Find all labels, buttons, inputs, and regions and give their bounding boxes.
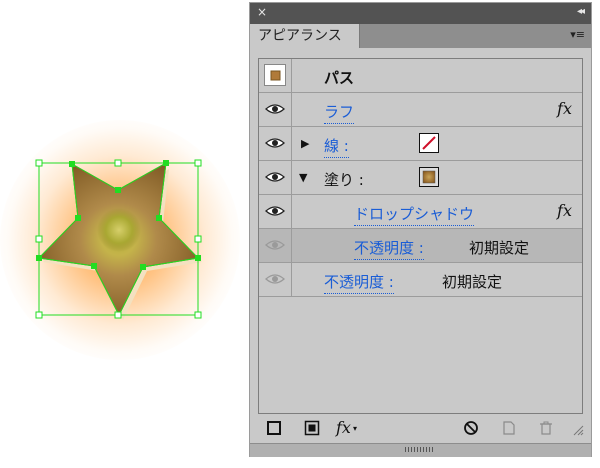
collapse-triangle-icon[interactable]: ▼ — [299, 171, 307, 184]
anchor-point[interactable] — [156, 215, 162, 221]
handle-bottom-right[interactable] — [194, 311, 202, 319]
visibility-toggle[interactable] — [259, 161, 292, 194]
fill-opacity-value: 初期設定 — [469, 239, 530, 257]
anchor-point[interactable] — [75, 215, 81, 221]
visibility-toggle[interactable] — [259, 229, 292, 262]
appearance-list: パス ラフ fx ▶ 線 : ▼ 塗り: ドロップシャドウ fx 不透明度:… — [258, 58, 583, 414]
panel-resize-strip[interactable] — [250, 443, 591, 457]
anchor-point[interactable] — [163, 160, 169, 166]
fx-icon: fx — [557, 201, 572, 220]
eye-icon[interactable] — [265, 273, 285, 285]
eye-icon[interactable] — [265, 103, 285, 115]
eye-icon[interactable] — [265, 239, 285, 251]
expand-triangle-icon[interactable]: ▶ — [301, 137, 309, 150]
visibility-toggle[interactable] — [259, 93, 292, 126]
eye-icon[interactable] — [265, 137, 285, 149]
row-path-header[interactable]: パス — [259, 59, 582, 93]
handle-top-left[interactable] — [35, 159, 43, 167]
handle-top-center[interactable] — [114, 159, 122, 167]
visibility-toggle[interactable] — [259, 195, 292, 228]
panel-bottom-toolbar: fx ▾ — [250, 416, 591, 440]
panel-tabbar: アピアランス ▾≡ — [250, 24, 591, 48]
eye-icon[interactable] — [265, 205, 285, 217]
resize-grip-icon[interactable] — [405, 447, 435, 452]
clear-appearance-icon[interactable] — [463, 420, 479, 436]
row-stroke[interactable]: ▶ 線 : — [259, 127, 582, 161]
fill-label: 塗り : — [324, 171, 364, 189]
add-fill-icon[interactable] — [304, 420, 320, 436]
path-thumbnail-icon — [264, 64, 286, 86]
thumbnail-cell — [259, 59, 292, 92]
panel-menu-icon[interactable]: ▾≡ — [570, 28, 585, 41]
visibility-toggle[interactable] — [259, 263, 292, 296]
appearance-panel: × ◂◂ アピアランス ▾≡ パス ラフ fx ▶ 線: ▼ 塗り: ドロッ… — [249, 2, 592, 457]
tab-appearance[interactable]: アピアランス — [250, 24, 360, 48]
row-drop-shadow[interactable]: ドロップシャドウ fx — [259, 195, 582, 229]
drop-shadow-effect-link[interactable]: ドロップシャドウ — [354, 203, 475, 226]
close-icon[interactable]: × — [257, 5, 267, 19]
object-opacity-value: 初期設定 — [442, 273, 503, 291]
row-object-opacity[interactable]: 不透明度 : 初期設定 — [259, 263, 582, 297]
object-opacity-link[interactable]: 不透明度 : — [324, 271, 394, 294]
eye-icon[interactable] — [265, 171, 285, 183]
handle-top-right[interactable] — [194, 159, 202, 167]
handle-middle-right[interactable] — [194, 235, 202, 243]
path-label: パス — [324, 69, 355, 87]
duplicate-item-icon[interactable] — [501, 420, 517, 436]
fill-swatch[interactable] — [419, 167, 439, 187]
stroke-swatch[interactable] — [419, 133, 439, 153]
collapse-panel-icon[interactable]: ◂◂ — [577, 6, 585, 17]
fx-menu-icon[interactable]: fx — [336, 418, 351, 437]
row-roughen[interactable]: ラフ fx — [259, 93, 582, 127]
handle-bottom-left[interactable] — [35, 311, 43, 319]
chevron-down-icon[interactable]: ▾ — [353, 424, 357, 433]
delete-item-icon[interactable] — [538, 420, 554, 436]
gradient-fill-icon — [422, 170, 436, 184]
row-fill-opacity[interactable]: 不透明度 : 初期設定 — [259, 229, 582, 263]
visibility-toggle[interactable] — [259, 127, 292, 160]
row-fill[interactable]: ▼ 塗り : — [259, 161, 582, 195]
handle-bottom-center[interactable] — [114, 311, 122, 319]
anchor-point[interactable] — [91, 263, 97, 269]
stroke-link[interactable]: 線 : — [324, 135, 349, 158]
add-stroke-icon[interactable] — [266, 420, 282, 436]
panel-titlebar[interactable]: × ◂◂ — [250, 3, 591, 24]
no-color-icon — [422, 136, 436, 150]
anchor-point[interactable] — [69, 161, 75, 167]
fill-opacity-link[interactable]: 不透明度 : — [354, 237, 424, 260]
fx-icon: fx — [557, 99, 572, 118]
star-center-highlight — [97, 208, 141, 252]
anchor-point[interactable] — [115, 187, 121, 193]
star-canvas[interactable] — [0, 100, 250, 380]
handle-middle-left[interactable] — [35, 235, 43, 243]
roughen-effect-link[interactable]: ラフ — [324, 101, 355, 124]
anchor-point[interactable] — [140, 264, 146, 270]
anchor-point[interactable] — [195, 255, 201, 261]
resize-corner-icon[interactable] — [572, 424, 584, 436]
anchor-point[interactable] — [36, 255, 42, 261]
star-artwork[interactable] — [0, 100, 250, 380]
